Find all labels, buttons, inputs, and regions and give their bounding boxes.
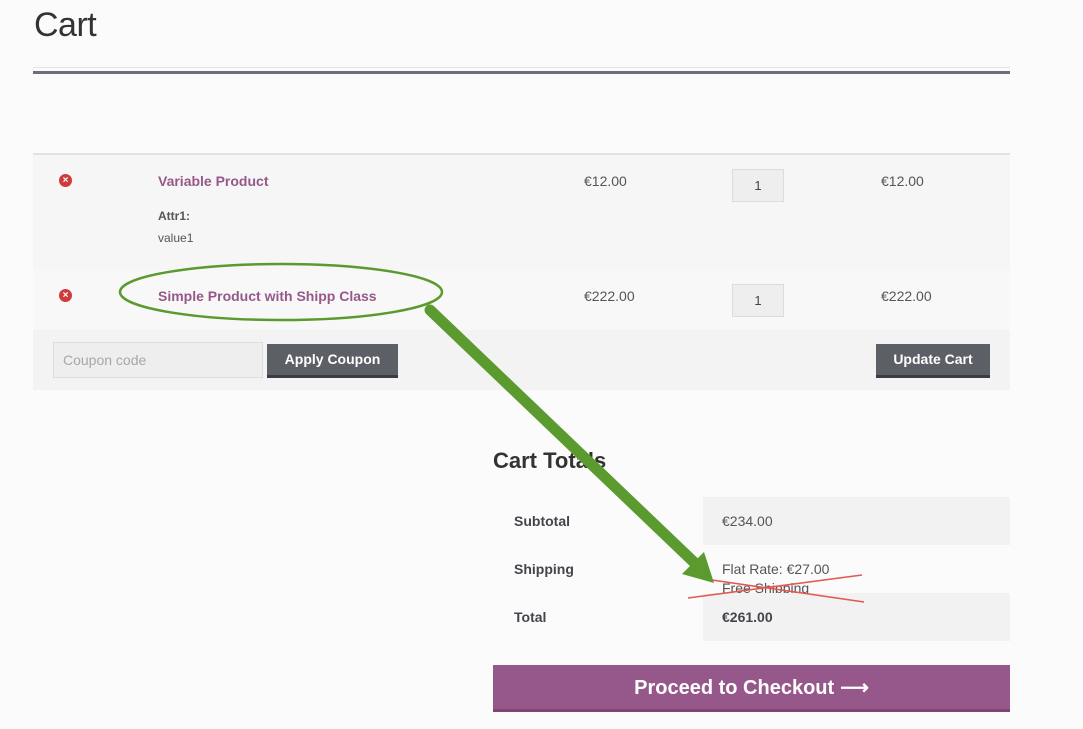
apply-coupon-button[interactable]: Apply Coupon [267,344,398,378]
title-divider [33,71,1010,74]
attribute-value: value1 [158,231,194,245]
quantity-input[interactable]: 1 [732,284,784,317]
product-subtotal: €222.00 [881,288,932,304]
page-title: Cart [34,6,97,44]
subtotal-value: €234.00 [722,513,773,529]
total-label: Total [514,609,547,625]
product-price: €12.00 [584,173,627,189]
arrow-right-icon: ⟶ [840,677,869,699]
product-price: €222.00 [584,288,635,304]
coupon-code-input[interactable]: Coupon code [53,342,263,378]
total-value: €261.00 [722,609,773,625]
shipping-label: Shipping [514,561,574,577]
subtotal-row: Subtotal €234.00 [493,497,1010,545]
attribute-label: Attr1: [158,209,190,223]
checkout-label: Proceed to Checkout [634,677,835,699]
shipping-method-flat-rate: Flat Rate: €27.00 [722,561,830,577]
cart-actions-row: Coupon code Apply Coupon Update Cart [33,330,1010,390]
cart-totals-heading: Cart Totals [493,448,607,473]
title-divider-thin [33,67,1010,68]
cart-table: × Variable Product Attr1: value1 €12.00 … [33,153,1010,390]
product-name-link[interactable]: Variable Product [158,173,268,189]
shipping-row: Shipping Flat Rate: €27.00 Free Shipping [493,545,1010,596]
quantity-input[interactable]: 1 [732,169,784,202]
remove-item-icon[interactable]: × [59,174,72,187]
cart-item-row: × Simple Product with Shipp Class €222.0… [33,270,1010,330]
cart-item-row: × Variable Product Attr1: value1 €12.00 … [33,155,1010,270]
subtotal-label: Subtotal [514,513,570,529]
cart-totals-table: Subtotal €234.00 Shipping Flat Rate: €27… [493,497,1010,641]
remove-item-icon[interactable]: × [59,289,72,302]
proceed-to-checkout-button[interactable]: Proceed to Checkout ⟶ [493,665,1010,712]
product-name-link[interactable]: Simple Product with Shipp Class [158,288,377,304]
product-subtotal: €12.00 [881,173,924,189]
total-row: Total €261.00 [493,593,1010,641]
update-cart-button[interactable]: Update Cart [876,344,990,378]
